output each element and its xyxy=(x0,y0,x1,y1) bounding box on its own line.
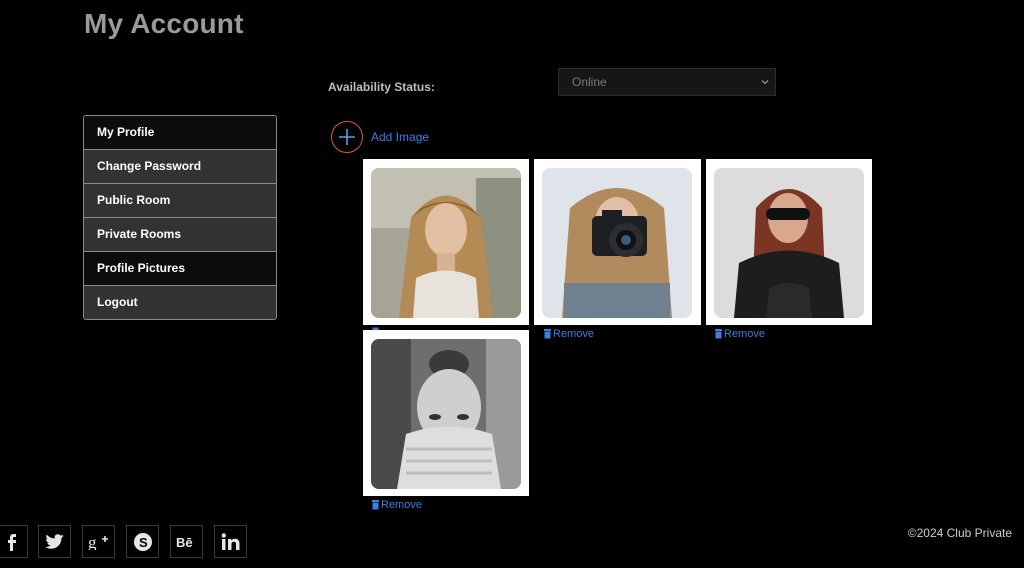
svg-text:S: S xyxy=(139,535,148,550)
sidebar-item-my-profile[interactable]: My Profile xyxy=(84,116,276,150)
profile-picture-card xyxy=(363,330,529,496)
add-circle xyxy=(331,121,363,153)
sidebar-item-logout[interactable]: Logout xyxy=(84,286,276,319)
profile-picture-card xyxy=(534,159,701,325)
remove-link[interactable]: Remove xyxy=(543,328,594,340)
profile-picture-card xyxy=(706,159,872,325)
account-side-menu: My Profile Change Password Public Room P… xyxy=(83,115,277,320)
twitter-icon xyxy=(44,533,64,549)
google-plus-icon: g xyxy=(88,534,108,550)
trash-icon xyxy=(372,500,379,510)
page-title: My Account xyxy=(84,8,244,39)
add-image-label: Add Image xyxy=(371,130,430,144)
add-image-button[interactable]: Add Image xyxy=(331,120,429,154)
sidebar-item-change-password[interactable]: Change Password xyxy=(84,150,276,184)
availability-status-value: Online xyxy=(572,75,607,89)
facebook-link[interactable] xyxy=(0,525,28,558)
skype-link[interactable]: S xyxy=(126,525,159,558)
trash-icon xyxy=(544,329,551,339)
linkedin-link[interactable] xyxy=(214,525,247,558)
profile-picture[interactable] xyxy=(371,339,521,489)
copyright-text: ©2024 Club Private xyxy=(907,526,1012,540)
google-plus-link[interactable]: g xyxy=(82,525,115,558)
twitter-link[interactable] xyxy=(38,525,71,558)
behance-link[interactable]: Bē xyxy=(170,525,203,558)
behance-icon: Bē xyxy=(176,535,193,550)
svg-text:Bē: Bē xyxy=(176,535,193,550)
sidebar-item-public-room[interactable]: Public Room xyxy=(84,184,276,218)
availability-status-label: Availability Status: xyxy=(328,80,435,94)
profile-picture[interactable] xyxy=(371,168,521,318)
trash-icon xyxy=(715,329,722,339)
remove-link[interactable]: Remove xyxy=(371,499,422,511)
profile-picture-card xyxy=(363,159,529,325)
linkedin-icon xyxy=(221,532,239,550)
remove-label: Remove xyxy=(381,499,422,511)
facebook-icon xyxy=(7,533,16,551)
skype-icon: S xyxy=(133,532,152,551)
sidebar-item-private-rooms[interactable]: Private Rooms xyxy=(84,218,276,252)
plus-icon xyxy=(339,129,355,145)
profile-picture[interactable] xyxy=(542,168,692,318)
remove-link[interactable]: Remove xyxy=(714,328,765,340)
remove-label: Remove xyxy=(553,328,594,340)
profile-picture[interactable] xyxy=(714,168,864,318)
svg-text:g: g xyxy=(88,534,97,550)
availability-status-select[interactable]: Online xyxy=(558,68,776,96)
chevron-down-icon xyxy=(761,79,769,85)
remove-label: Remove xyxy=(724,328,765,340)
sidebar-item-profile-pictures[interactable]: Profile Pictures xyxy=(84,252,276,286)
